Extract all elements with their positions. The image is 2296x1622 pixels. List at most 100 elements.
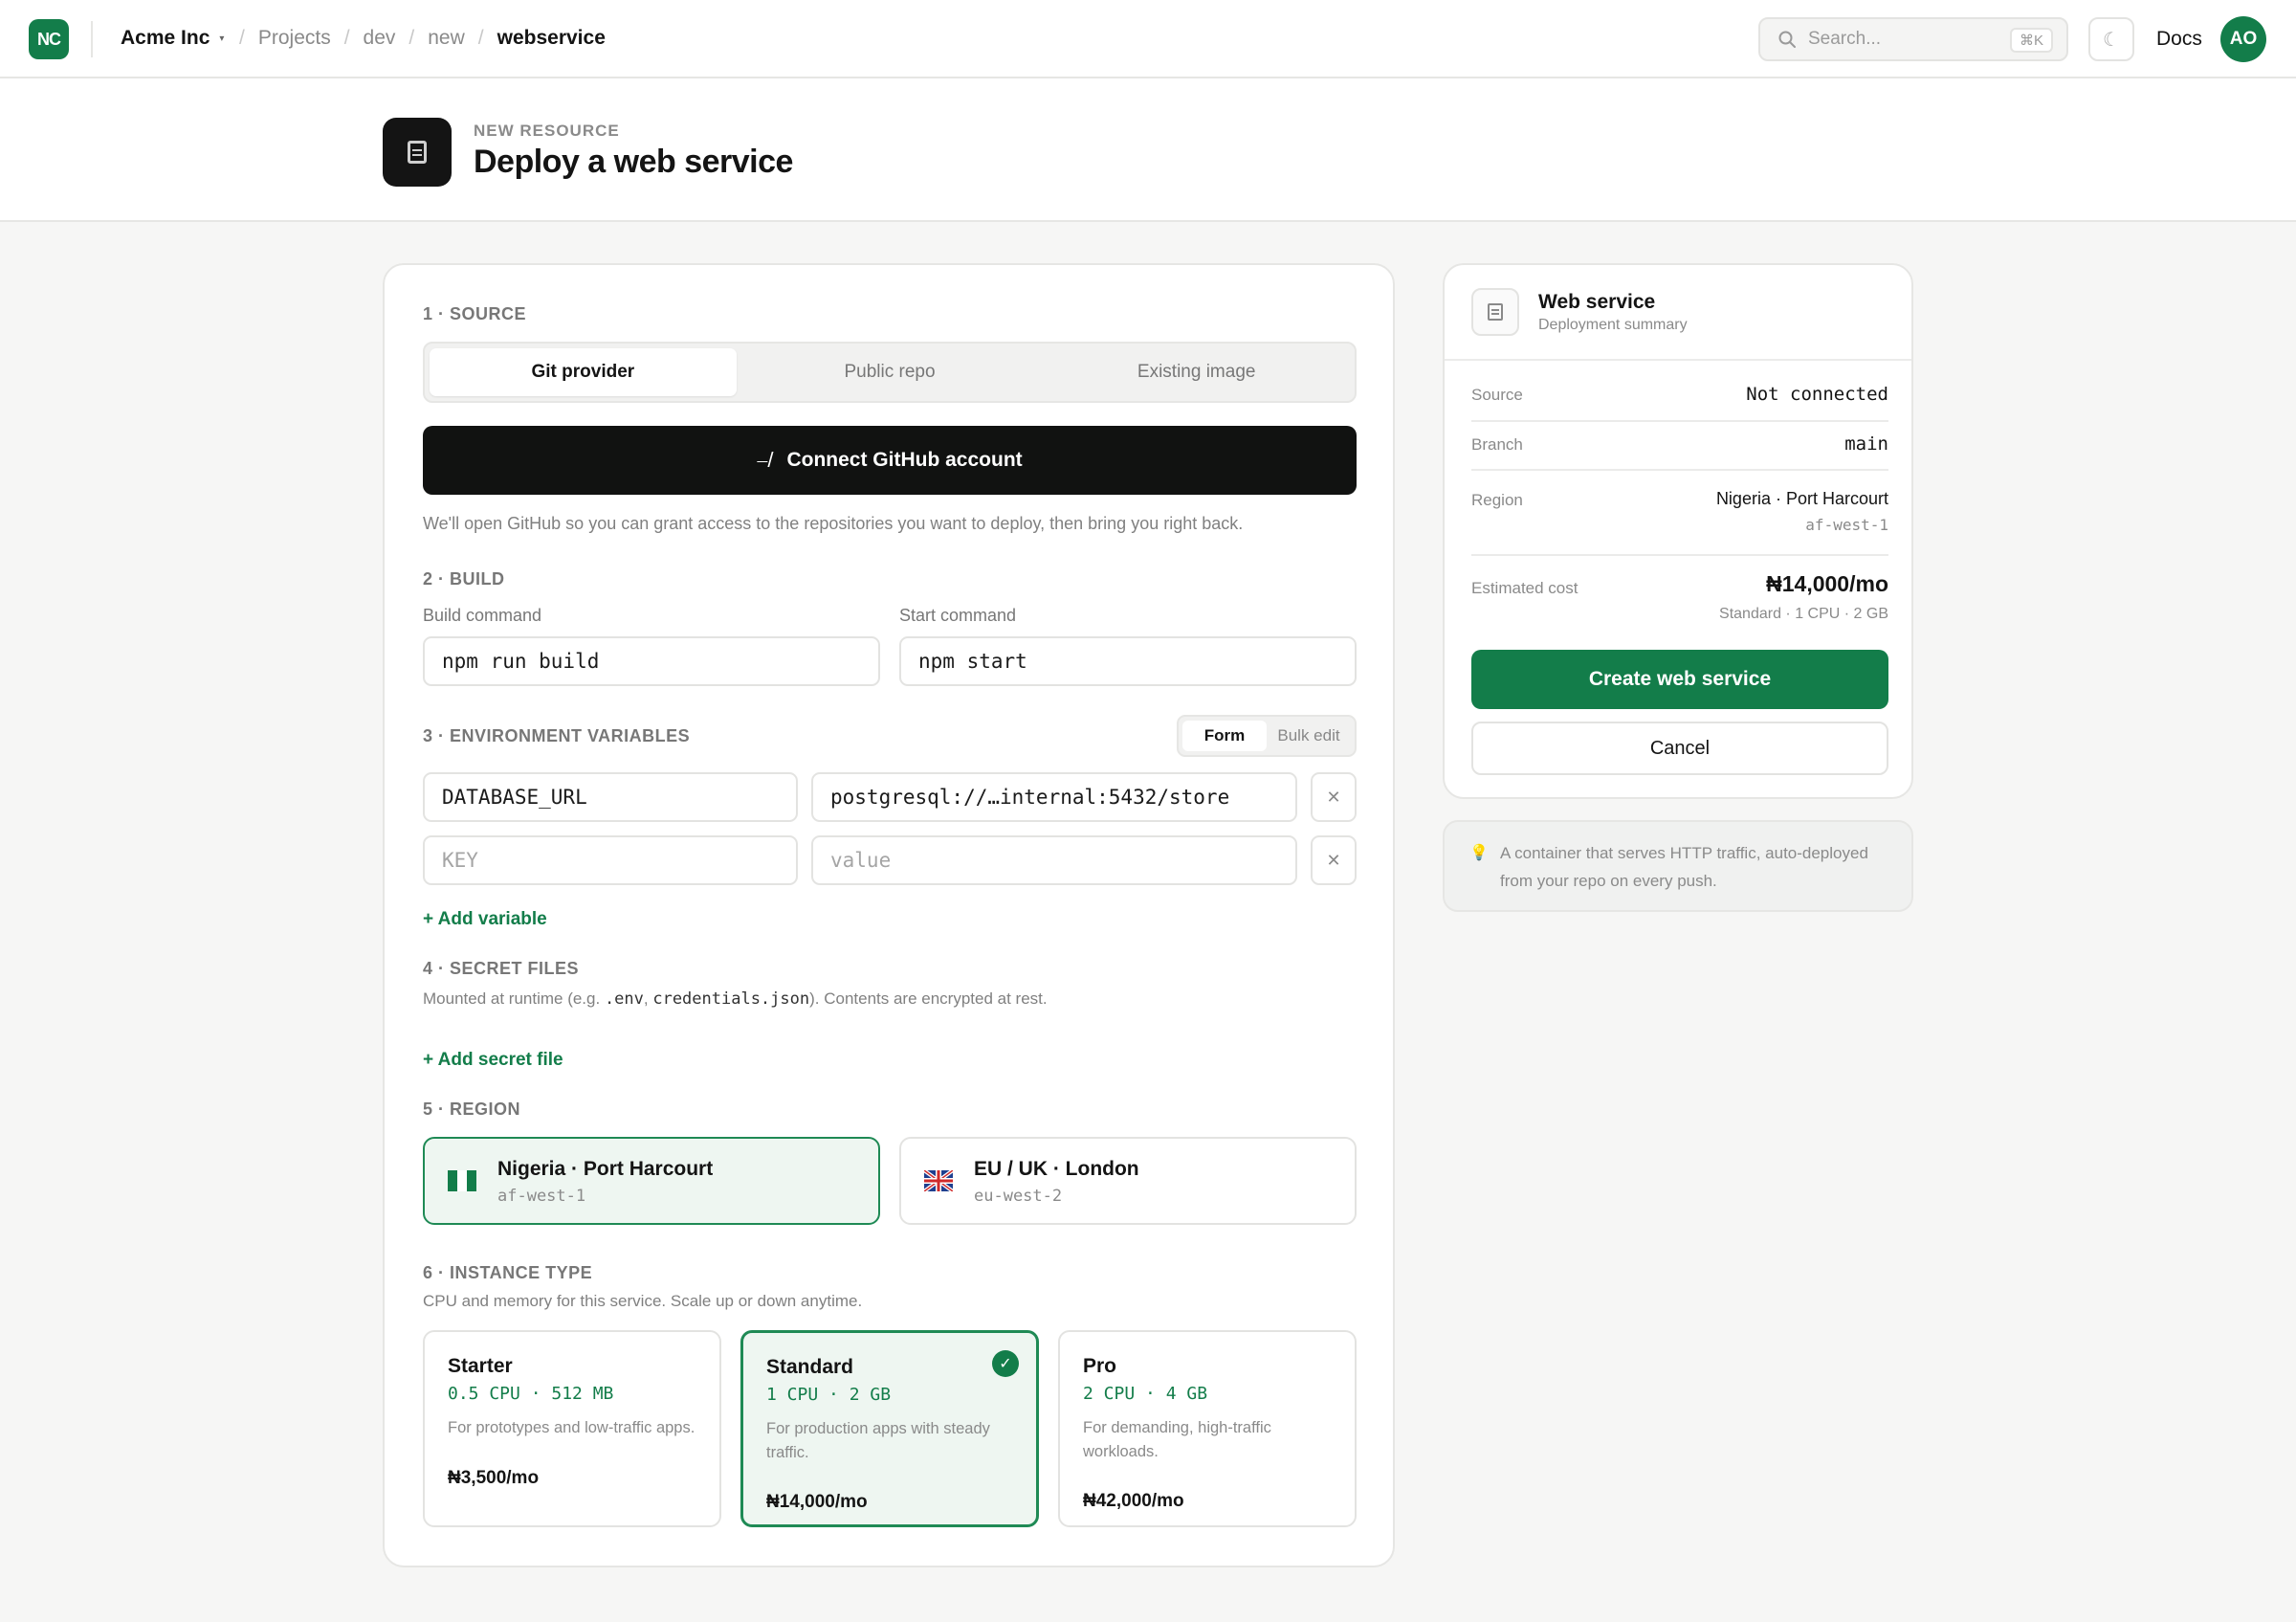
summary-region-code: af-west-1: [1805, 516, 1888, 534]
git-icon: ⎯/: [757, 448, 774, 472]
remove-variable-button[interactable]: ✕: [1311, 772, 1357, 822]
chevron-down-icon: ▾: [219, 33, 225, 44]
source-section-title: 1 · SOURCE: [423, 304, 527, 323]
web-service-icon: [383, 118, 452, 187]
plan-card-pro[interactable]: Pro 2 CPU · 4 GB For demanding, high-tra…: [1058, 1330, 1357, 1527]
top-bar: NC Acme Inc ▾ / Projects / dev / new / w…: [0, 0, 2296, 78]
summary-subtitle: Deployment summary: [1538, 317, 1688, 333]
region-code: af-west-1: [497, 1187, 586, 1206]
info-tip: 💡 A container that serves HTTP traffic, …: [1443, 820, 1913, 912]
region-code: eu-west-2: [974, 1187, 1063, 1206]
plan-name: Pro: [1083, 1355, 1117, 1377]
summary-cost-detail: Standard · 1 CPU · 2 GB: [1719, 606, 1888, 622]
breadcrumb-dev[interactable]: dev: [364, 27, 396, 50]
summary-label: Estimated cost: [1471, 579, 1578, 597]
summary-value: Not connected: [1746, 384, 1888, 405]
search-input[interactable]: Search... ⌘K: [1758, 17, 2068, 61]
plan-name: Standard: [766, 1356, 854, 1378]
divider: [91, 21, 93, 57]
close-icon: ✕: [1326, 850, 1341, 870]
plan-card-starter[interactable]: Starter 0.5 CPU · 512 MB For prototypes …: [423, 1330, 721, 1527]
plan-spec: 0.5 CPU · 512 MB: [448, 1384, 614, 1404]
page-eyebrow: NEW RESOURCE: [474, 122, 620, 140]
breadcrumb-new[interactable]: new: [428, 27, 465, 50]
summary-value: Nigeria · Port Harcourt: [1715, 489, 1888, 508]
start-command-input[interactable]: npm start: [899, 636, 1357, 686]
search-icon: [1778, 31, 1796, 48]
page-header: NEW RESOURCE Deploy a web service: [0, 78, 2296, 222]
avatar[interactable]: AO: [2220, 16, 2266, 62]
env-section-title: 3 · ENVIRONMENT VARIABLES: [423, 726, 691, 745]
page-title: Deploy a web service: [474, 144, 793, 180]
summary-label: Branch: [1471, 435, 1523, 454]
summary-header: Web service Deployment summary: [1445, 265, 1911, 361]
add-variable-link[interactable]: + Add variable: [423, 909, 547, 930]
region-name: EU / UK · London: [974, 1158, 1139, 1180]
tip-text: A container that serves HTTP traffic, au…: [1500, 844, 1868, 890]
region-section-title: 5 · REGION: [423, 1100, 521, 1119]
nigeria-flag-icon: [448, 1170, 476, 1191]
deploy-form: 1 · SOURCE Git provider Public repo Exis…: [383, 263, 1395, 1567]
plan-card-standard[interactable]: Standard 1 CPU · 2 GB For production app…: [740, 1330, 1039, 1527]
connect-github-label: Connect GitHub account: [786, 449, 1023, 471]
summary-value: main: [1844, 433, 1888, 455]
breadcrumb-current: webservice: [497, 27, 606, 49]
cancel-button[interactable]: Cancel: [1471, 722, 1888, 775]
breadcrumb-projects[interactable]: Projects: [258, 27, 331, 50]
close-icon: ✕: [1326, 787, 1341, 807]
plan-spec: 1 CPU · 2 GB: [766, 1385, 892, 1405]
theme-toggle-button[interactable]: ☾: [2088, 17, 2134, 61]
env-mode-form[interactable]: Form: [1182, 721, 1267, 751]
create-web-service-button[interactable]: Create web service: [1471, 650, 1888, 709]
tab-git-provider[interactable]: Git provider: [430, 348, 737, 396]
web-service-icon: [1471, 288, 1519, 336]
build-command-input[interactable]: npm run build: [423, 636, 880, 686]
env-value-input[interactable]: postgresql://…internal:5432/store: [811, 772, 1297, 822]
env-mode-toggle: Form Bulk edit: [1177, 715, 1357, 757]
plan-name: Starter: [448, 1355, 513, 1377]
env-value-input-empty[interactable]: value: [811, 835, 1297, 885]
uk-flag-icon: [924, 1170, 953, 1191]
build-command-label: Build command: [423, 606, 542, 625]
search-placeholder: Search...: [1808, 29, 1882, 49]
logo[interactable]: NC: [29, 19, 69, 59]
plan-price: ₦42,000/mo: [1083, 1491, 1184, 1511]
plan-description: For prototypes and low-traffic apps.: [448, 1419, 695, 1436]
env-mode-bulk-edit[interactable]: Bulk edit: [1267, 721, 1351, 751]
region-option-london[interactable]: EU / UK · London eu-west-2: [899, 1137, 1357, 1225]
moon-icon: ☾: [2103, 29, 2120, 51]
secret-files-hint: Mounted at runtime (e.g. .env, credentia…: [423, 989, 1048, 1009]
instance-hint: CPU and memory for this service. Scale u…: [423, 1292, 863, 1310]
source-hint: We'll open GitHub so you can grant acces…: [423, 514, 1244, 533]
summary-title: Web service: [1538, 291, 1656, 313]
summary-cost: ₦14,000/mo: [1766, 571, 1888, 596]
start-command-label: Start command: [899, 606, 1017, 625]
breadcrumb: / Projects / dev / new / webservice: [239, 27, 606, 50]
org-name: Acme Inc: [121, 27, 210, 49]
region-option-nigeria[interactable]: Nigeria · Port Harcourt af-west-1: [423, 1137, 880, 1225]
region-name: Nigeria · Port Harcourt: [497, 1158, 714, 1180]
plan-price: ₦3,500/mo: [448, 1468, 540, 1488]
remove-variable-button[interactable]: ✕: [1311, 835, 1357, 885]
plan-description: For demanding, high-traffic workloads.: [1083, 1419, 1271, 1460]
search-shortcut: ⌘K: [2009, 28, 2053, 53]
tab-existing-image[interactable]: Existing image: [1043, 348, 1350, 396]
source-tabs: Git provider Public repo Existing image: [423, 342, 1357, 403]
plan-spec: 2 CPU · 4 GB: [1083, 1384, 1208, 1404]
plan-price: ₦14,000/mo: [766, 1492, 868, 1512]
env-key-input[interactable]: DATABASE_URL: [423, 772, 798, 822]
plan-description: For production apps with steady traffic.: [766, 1420, 990, 1461]
lightbulb-icon: 💡: [1469, 845, 1489, 861]
connect-github-button[interactable]: ⎯/ Connect GitHub account: [423, 426, 1357, 495]
instance-section-title: 6 · INSTANCE TYPE: [423, 1263, 593, 1282]
summary-label: Source: [1471, 386, 1523, 404]
build-section-title: 2 · BUILD: [423, 569, 505, 589]
summary-label: Region: [1471, 491, 1523, 509]
check-icon: ✓: [992, 1350, 1019, 1377]
org-switcher[interactable]: Acme Inc ▾: [121, 27, 224, 50]
docs-link[interactable]: Docs: [2156, 28, 2202, 51]
tab-public-repo[interactable]: Public repo: [737, 348, 1044, 396]
add-secret-file-link[interactable]: + Add secret file: [423, 1050, 563, 1071]
env-key-input-empty[interactable]: KEY: [423, 835, 798, 885]
deployment-summary: Web service Deployment summary Source No…: [1443, 263, 1913, 799]
